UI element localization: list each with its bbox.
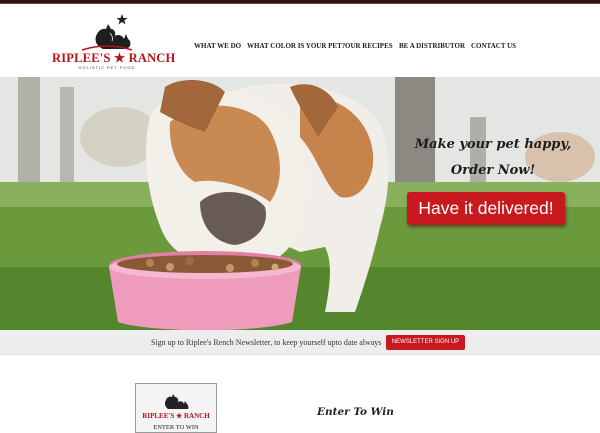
hero-tagline-line1: Make your pet happy, bbox=[414, 137, 572, 152]
newsletter-bar: Sign up to Riplee's Rench Newsletter, to… bbox=[0, 330, 600, 355]
site-header: RIPLEE'S ★ RANCH HOLISTIC PET FOOD WHAT … bbox=[0, 4, 600, 77]
hero-banner: Make your pet happy, Order Now! Have it … bbox=[0, 77, 600, 330]
have-it-delivered-button[interactable]: Have it delivered! bbox=[407, 192, 565, 225]
nav-item-what-color[interactable]: WHAT COLOR IS YOUR PET? bbox=[247, 42, 345, 50]
brand-logo[interactable]: RIPLEE'S ★ RANCH HOLISTIC PET FOOD bbox=[52, 12, 176, 72]
brand-name: RIPLEE'S ★ RANCH bbox=[52, 51, 176, 65]
contest-image-logo: RIPLEE'S ★ RANCH bbox=[142, 412, 210, 420]
contest-image-caption: ENTER TO WIN bbox=[153, 424, 199, 431]
enter-to-win-image[interactable]: RIPLEE'S ★ RANCH ENTER TO WIN bbox=[135, 383, 217, 433]
nav-item-our-recipes[interactable]: OUR RECIPES bbox=[345, 42, 393, 50]
hero-tagline-line2: Order Now! bbox=[450, 163, 536, 178]
nav-item-what-we-do[interactable]: WHAT WE DO bbox=[194, 42, 241, 50]
dog-and-cat-logo-icon bbox=[164, 394, 189, 409]
enter-to-win-title: Enter To Win bbox=[317, 406, 394, 418]
dog-and-cat-logo-icon bbox=[81, 14, 133, 51]
nav-item-contact-us[interactable]: CONTACT US bbox=[471, 42, 516, 50]
newsletter-signup-button[interactable]: NEWSLETTER SIGN UP bbox=[386, 335, 465, 350]
brand-subtitle: HOLISTIC PET FOOD bbox=[78, 65, 136, 70]
hero-tagline: Make your pet happy, Order Now! bbox=[408, 132, 578, 184]
nav-item-be-a-distributor[interactable]: BE A DISTRIBUTOR bbox=[399, 42, 465, 50]
newsletter-text: Sign up to Riplee's Rench Newsletter, to… bbox=[151, 338, 382, 347]
